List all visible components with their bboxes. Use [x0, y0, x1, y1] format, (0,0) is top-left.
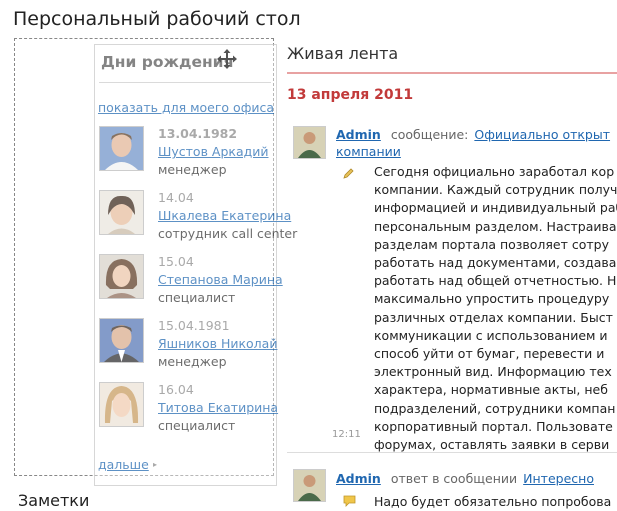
post-text-line: Сегодня официально заработал кор	[374, 164, 615, 179]
post-link-continuation[interactable]: компании	[336, 144, 401, 159]
employee-name-link[interactable]: Титова Екатирина	[158, 400, 278, 415]
post-text-line: способ уйти от бумаг, перевести и	[374, 346, 605, 362]
birthdays-widget[interactable]: Дни рождения показать для моего офиса 13…	[94, 44, 297, 486]
employee-photo[interactable]	[99, 190, 144, 235]
notes-widget-title: Заметки	[18, 491, 90, 510]
birthday-item: 15.04.1981 Яшников Николай менеджер	[99, 318, 277, 369]
post-header: Admin сообщение: Официально открыт	[336, 127, 610, 142]
chevron-right-icon: ▸	[153, 460, 158, 469]
post-text-line: работать над общей отчетностью. Н	[374, 273, 617, 289]
employee-photo[interactable]	[99, 318, 144, 363]
post-action: сообщение:	[390, 127, 469, 142]
widget-divider	[99, 82, 271, 83]
pencil-icon[interactable]	[342, 165, 355, 184]
post-time: 12:11	[332, 429, 361, 440]
employee-position: специалист	[158, 290, 236, 305]
post-text-line: работать над документами, создава	[374, 255, 617, 271]
employee-name-link[interactable]: Яшников Николай	[158, 336, 277, 351]
employee-photo[interactable]	[99, 254, 144, 299]
post-action: ответ в сообщении	[390, 471, 518, 486]
post-text-line: разделам портала позволяет сотру	[374, 236, 610, 252]
avatar[interactable]	[293, 469, 326, 502]
birthday-date: 16.04	[158, 382, 194, 397]
more-link[interactable]: дальше	[98, 457, 149, 472]
employee-photo[interactable]	[99, 126, 144, 171]
feed-date: 13 апреля 2011	[287, 87, 414, 103]
employee-name-link[interactable]: Шустов Аркадий	[158, 144, 269, 159]
employee-photo[interactable]	[99, 382, 144, 427]
post-text-line: коммуникации с использованием и	[374, 327, 608, 343]
comment-icon[interactable]	[343, 492, 356, 511]
feed-divider	[287, 452, 617, 453]
show-my-office-link[interactable]: показать для моего офиса	[98, 100, 274, 115]
birthday-item: 14.04 Шкалева Екатерина сотрудник call c…	[99, 190, 297, 241]
employee-position: менеджер	[158, 354, 227, 369]
birthday-item: 15.04 Степанова Марина специалист	[99, 254, 283, 305]
employee-name-link[interactable]: Степанова Марина	[158, 272, 283, 287]
feed-title-underline	[287, 72, 617, 74]
post-text-line: информацией и индивидуальный раб	[374, 200, 617, 216]
post-author-link[interactable]: Admin	[336, 127, 381, 142]
birthday-date: 14.04	[158, 190, 194, 205]
post-header: Admin ответ в сообщении Интересно	[336, 471, 594, 486]
post-text-line: электронный вид. Информацию тех	[374, 364, 612, 380]
post-author-link[interactable]: Admin	[336, 471, 381, 486]
birthday-date: 13.04.1982	[158, 126, 238, 141]
move-icon[interactable]	[217, 49, 237, 73]
birthday-item: 16.04 Титова Екатирина специалист	[99, 382, 278, 433]
post-text-line: различных отделах компании. Быст	[374, 309, 613, 325]
post-text-line: персональным разделом. Настраива	[374, 218, 617, 234]
post-link[interactable]: Интересно	[523, 471, 594, 486]
post-text-line: компании. Каждый сотрудник получ	[374, 182, 617, 198]
birthday-date: 15.04.1981	[158, 318, 230, 333]
birthday-date: 15.04	[158, 254, 194, 269]
employee-position: специалист	[158, 418, 236, 433]
post-text-line: характера, нормативные акты, неб	[374, 382, 608, 398]
avatar[interactable]	[293, 126, 326, 159]
post-text-line: подразделений, сотрудники компан	[374, 400, 616, 416]
employee-position: сотрудник call center	[158, 226, 298, 241]
post-text-line: максимально упростить процедуру	[374, 291, 610, 307]
feed-title: Живая лента	[287, 44, 399, 63]
page-title: Персональный рабочий стол	[13, 8, 301, 30]
widget-title: Дни рождения	[101, 53, 234, 71]
post-text-line: корпоративный портал. Пользовате	[374, 418, 613, 434]
post-text: Сегодня официально заработал кор компани…	[374, 163, 617, 454]
employee-name-link[interactable]: Шкалева Екатерина	[158, 208, 291, 223]
birthday-item: 13.04.1982 Шустов Аркадий менеджер	[99, 126, 275, 177]
employee-position: менеджер	[158, 162, 227, 177]
post-link[interactable]: Официально открыт	[474, 127, 610, 142]
